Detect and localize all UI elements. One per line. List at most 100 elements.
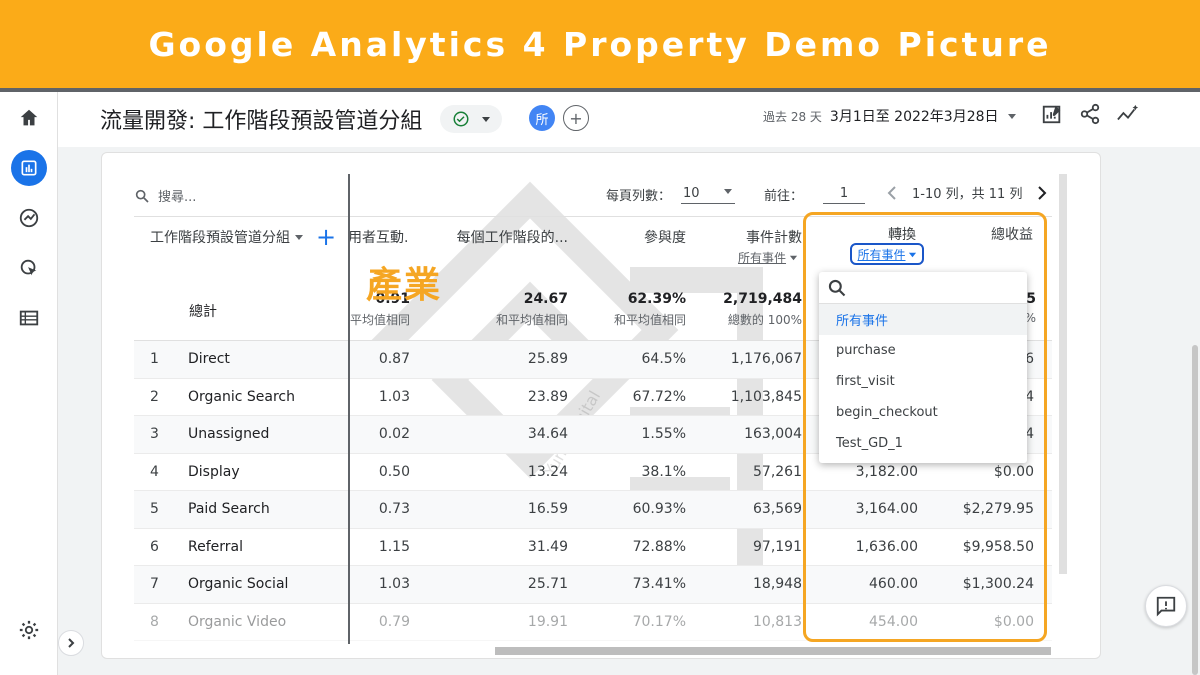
pagination-range: 1-10 列，共 11 列	[912, 187, 1023, 202]
row-channel-name[interactable]: Paid Search	[188, 501, 270, 517]
reports-icon[interactable]	[11, 150, 47, 186]
date-range-label: 過去 28 天	[763, 109, 822, 124]
report-header: 流量開發: 工作階段預設管道分組 所 + 過去 28 天 3月1日至 2022年…	[58, 92, 1200, 147]
row-channel-name[interactable]: Organic Search	[188, 389, 295, 405]
event-count-filter[interactable]: 所有事件	[738, 249, 798, 266]
search-placeholder: 搜尋...	[158, 190, 197, 205]
dropdown-option[interactable]: Test_GD_1	[819, 428, 1027, 459]
row-cell-c1: 1.03	[378, 576, 410, 592]
table-row[interactable]: 6 Referral 1.15 31.49 72.88% 97,191 1,636.00 $9…	[134, 529, 1052, 566]
engagement-rate-header[interactable]: 參與度	[604, 227, 686, 247]
table-row[interactable]: 7 Organic Social 1.03 25.71 73.41% 18,948 460.…	[134, 566, 1052, 604]
home-icon[interactable]	[11, 100, 47, 136]
share-icon[interactable]	[1078, 102, 1102, 126]
frozen-column-divider[interactable]	[348, 174, 350, 644]
row-index: 3	[150, 426, 159, 442]
table-search[interactable]: 搜尋...	[134, 186, 196, 205]
add-dimension-icon[interactable]: +	[316, 225, 336, 249]
row-cell-rev: $0.00	[993, 613, 1034, 630]
comparison-badge[interactable]: 所	[529, 105, 555, 131]
row-cell-c1: 0.73	[378, 501, 410, 517]
row-channel-name[interactable]: Display	[188, 464, 240, 480]
page-scrollbar[interactable]	[1192, 345, 1198, 675]
row-cell-c3: 60.93%	[632, 501, 686, 517]
row-cell-c1: 1.03	[378, 388, 410, 405]
row-cell-c1: 0.50	[378, 463, 410, 480]
caret-down-icon	[295, 235, 303, 240]
data-table: 工作階段預設管道分組 + 用者互動... 每個工作階段的... 參與度 事件計數…	[134, 216, 1052, 641]
row-cell-c3: 72.88%	[632, 538, 686, 555]
add-comparison-icon[interactable]: +	[563, 105, 589, 131]
rows-per-page-label: 每頁列數：	[606, 188, 672, 204]
row-channel-name[interactable]: Organic Social	[188, 576, 288, 592]
engaged-sessions-header[interactable]: 用者互動...	[348, 227, 410, 247]
row-index: 2	[150, 388, 159, 405]
caret-down-icon	[724, 189, 733, 194]
explore-icon[interactable]	[11, 200, 47, 236]
date-range-value: 3月1日至 2022年3月28日	[829, 109, 999, 125]
dropdown-search[interactable]	[819, 272, 1027, 304]
check-circle-icon	[453, 111, 468, 127]
caret-down-icon	[908, 252, 916, 257]
rows-per-page: 每頁列數： 10	[606, 184, 736, 204]
row-cell-conv: 3,164.00	[855, 501, 918, 517]
dropdown-option[interactable]: purchase	[819, 335, 1027, 366]
row-channel-name[interactable]: Unassigned	[188, 426, 269, 442]
table-horizontal-scrollbar[interactable]	[495, 647, 1051, 655]
settings-gear-icon[interactable]	[11, 612, 47, 648]
insights-icon[interactable]	[1116, 102, 1140, 126]
row-channel-name[interactable]: Direct	[188, 351, 230, 367]
row-cell-conv: 1,636.00	[855, 538, 918, 555]
row-cell-c4: 18,948	[753, 576, 802, 592]
revenue-header[interactable]: 總收益	[991, 224, 1033, 244]
total-event-count: 2,719,484 總數的 100%	[702, 291, 802, 328]
row-cell-c2: 19.91	[527, 613, 568, 630]
chevron-left-icon[interactable]	[886, 185, 898, 201]
dropdown-option[interactable]: 所有事件	[819, 304, 1027, 335]
row-index: 6	[150, 538, 159, 555]
per-session-header[interactable]: 每個工作階段的...	[444, 227, 568, 247]
row-channel-name[interactable]: Organic Video	[188, 614, 286, 630]
dimension-header[interactable]: 工作階段預設管道分組 +	[150, 225, 336, 249]
row-cell-rev: $2,279.95	[962, 501, 1034, 517]
caret-down-icon	[481, 117, 490, 122]
feedback-icon	[1156, 596, 1176, 617]
dropdown-option[interactable]: begin_checkout	[819, 397, 1027, 428]
rows-per-page-select[interactable]: 10	[681, 184, 736, 204]
expand-nav-chevron-icon[interactable]	[58, 630, 84, 656]
date-range-picker[interactable]: 過去 28 天 3月1日至 2022年3月28日	[763, 106, 1017, 126]
demo-banner: Google Analytics 4 Property Demo Picture	[0, 0, 1200, 88]
event-count-filter-label: 所有事件	[738, 251, 787, 265]
row-channel-name[interactable]: Referral	[188, 539, 243, 555]
goto-input[interactable]: 1	[823, 184, 866, 204]
row-index: 4	[150, 463, 159, 480]
table-vertical-scrollbar[interactable]	[1059, 174, 1067, 574]
chevron-right-icon[interactable]	[1036, 185, 1048, 201]
configure-icon[interactable]	[11, 300, 47, 336]
advertising-icon[interactable]	[11, 250, 47, 286]
row-cell-conv: 460.00	[869, 576, 918, 592]
page-title: 流量開發: 工作階段預設管道分組	[100, 109, 423, 134]
row-cell-c2: 31.49	[527, 538, 568, 555]
conversions-filter-label: 所有事件	[857, 247, 906, 262]
event-filter-dropdown: 所有事件 purchase first_visit begin_checkout Tes…	[819, 272, 1027, 463]
row-cell-c4: 1,103,845	[730, 388, 802, 405]
event-count-header[interactable]: 事件計數	[712, 227, 802, 247]
total-per-session: 24.67 和平均值相同	[464, 291, 568, 328]
total-engagement-rate-value: 62.39%	[627, 291, 686, 307]
table-row[interactable]: 5 Paid Search 0.73 16.59 60.93% 63,569 3,164.0…	[134, 491, 1052, 529]
report-status-dropdown[interactable]	[440, 105, 502, 133]
feedback-button[interactable]	[1145, 585, 1187, 627]
search-icon	[828, 279, 846, 296]
customize-report-icon[interactable]	[1040, 102, 1064, 126]
row-cell-c4: 163,004	[744, 426, 802, 442]
conversions-header[interactable]: 轉換	[888, 224, 916, 244]
dropdown-option[interactable]: first_visit	[819, 366, 1027, 397]
table-row[interactable]: 8 Organic Video 0.79 19.91 70.17% 10,813 454.0…	[134, 604, 1052, 641]
totals-label: 總計	[189, 304, 217, 320]
total-event-count-sub: 總數的 100%	[727, 313, 802, 327]
banner-title: Google Analytics 4 Property Demo Picture	[148, 24, 1052, 64]
conversions-filter[interactable]: 所有事件	[850, 243, 924, 265]
total-per-session-value: 24.67	[523, 291, 568, 307]
row-cell-c1: 0.79	[378, 613, 410, 630]
